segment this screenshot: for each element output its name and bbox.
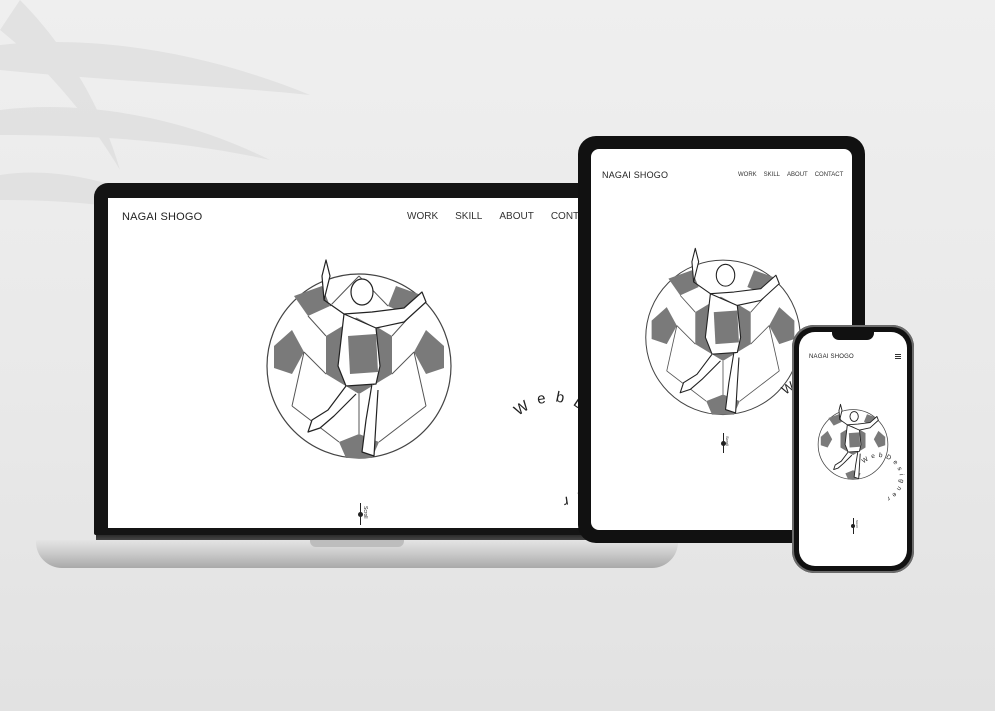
phone-screen: NAGAI SHOGO WebDesigner Scroll bbox=[799, 332, 907, 566]
nav-about[interactable]: ABOUT bbox=[499, 211, 533, 222]
hamburger-menu-icon[interactable] bbox=[895, 354, 901, 359]
scroll-label: Scroll bbox=[725, 436, 730, 447]
nav-skill[interactable]: SKILL bbox=[455, 211, 482, 222]
scroll-indicator[interactable]: Scroll bbox=[851, 518, 861, 534]
scroll-label: Scroll bbox=[362, 506, 368, 519]
nav-about[interactable]: ABOUT bbox=[787, 172, 808, 178]
brand-logo[interactable]: NAGAI SHOGO bbox=[602, 170, 668, 180]
laptop-notch bbox=[310, 540, 404, 547]
nav-skill[interactable]: SKILL bbox=[764, 172, 780, 178]
svg-text:WebDesigner: WebDesigner bbox=[861, 452, 905, 503]
laptop-screen: NAGAI SHOGO WORK SKILL ABOUT CONTACT Web… bbox=[108, 198, 614, 528]
main-nav: WORK SKILL ABOUT CONTACT bbox=[407, 211, 598, 222]
nav-work[interactable]: WORK bbox=[738, 172, 757, 178]
webdesigner-circle-text: WebDesigner bbox=[861, 452, 905, 503]
phone-notch bbox=[832, 332, 874, 340]
scroll-indicator[interactable]: Scroll bbox=[721, 433, 733, 453]
scroll-label: Scroll bbox=[855, 520, 859, 528]
brand-logo[interactable]: NAGAI SHOGO bbox=[809, 354, 854, 360]
main-nav: WORK SKILL ABOUT CONTACT bbox=[738, 172, 843, 178]
nav-work[interactable]: WORK bbox=[407, 211, 438, 222]
nav-contact[interactable]: CONTACT bbox=[815, 172, 844, 178]
scroll-indicator[interactable]: Scroll bbox=[358, 503, 372, 525]
brand-logo[interactable]: NAGAI SHOGO bbox=[122, 211, 202, 223]
soccer-player-illustration bbox=[266, 259, 452, 459]
